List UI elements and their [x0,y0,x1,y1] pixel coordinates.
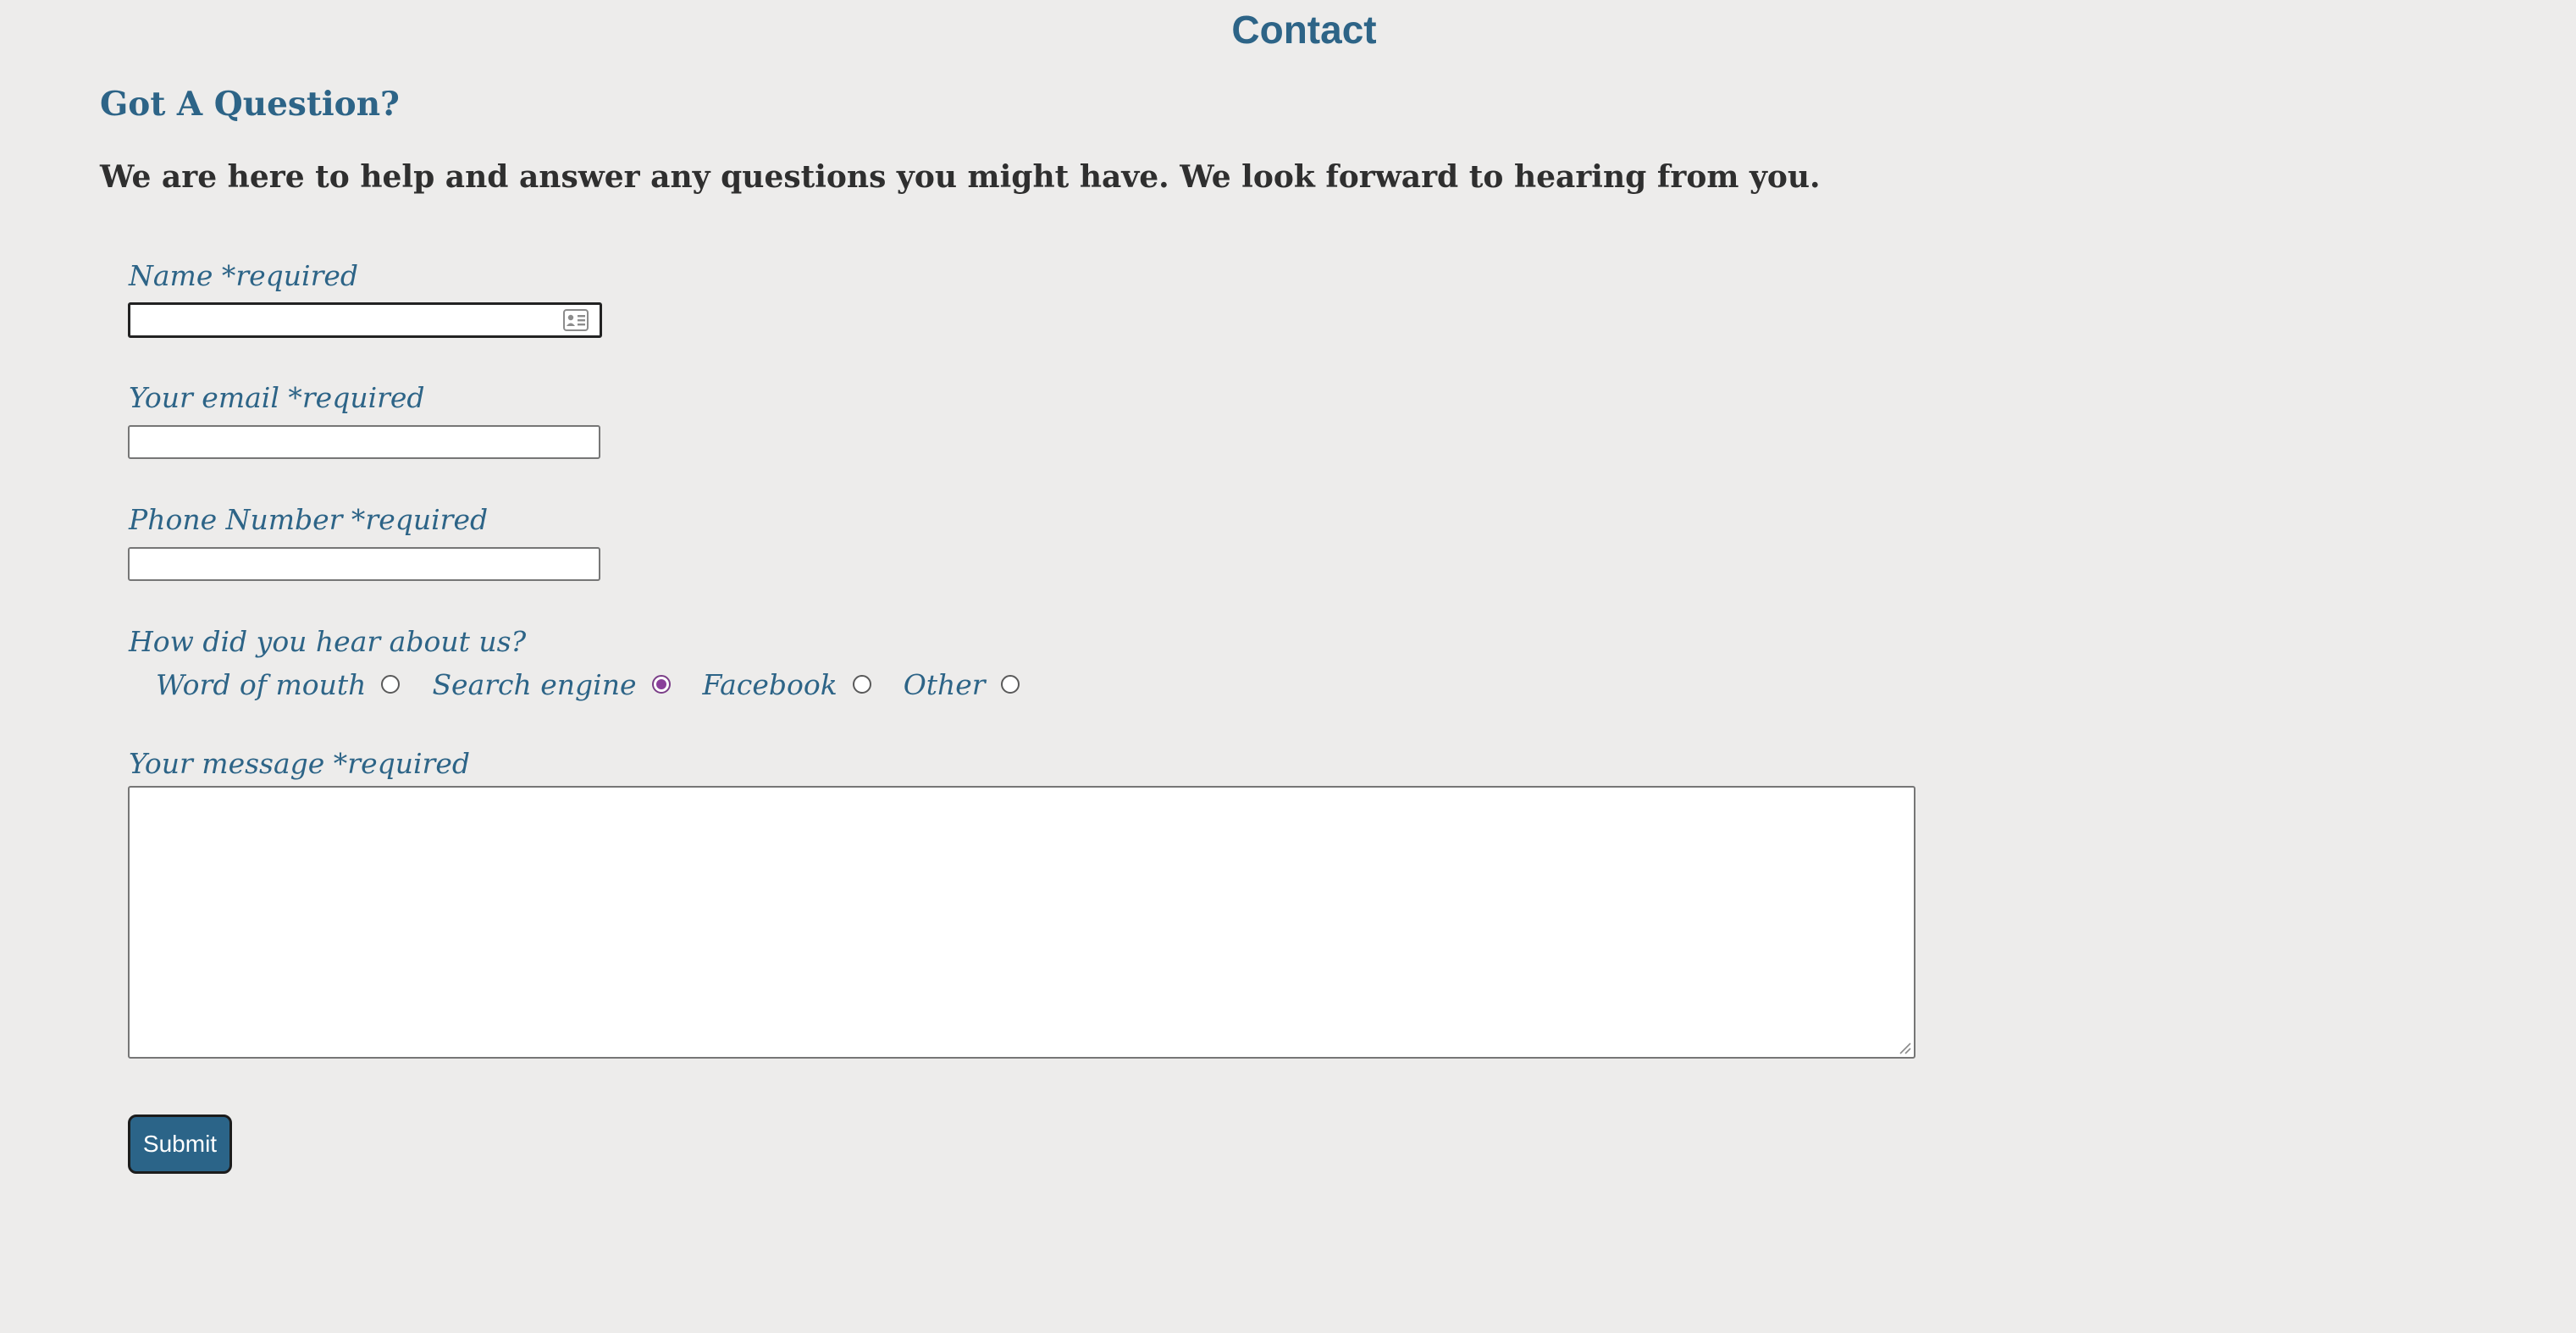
resize-handle-icon[interactable] [1897,1040,1912,1055]
heard-about-label: How did you hear about us? [129,625,527,658]
phone-input[interactable] [128,547,600,581]
message-textarea[interactable] [128,786,1915,1059]
phone-label: Phone Number *required [129,503,489,536]
radio-option-word-of-mouth[interactable]: Word of mouth [156,667,401,701]
heard-about-radio-group: Word of mouth Search engine Facebook Oth… [156,663,1052,705]
page-title: Contact [1231,8,1377,52]
name-label: Name *required [129,259,359,292]
radio-label: Word of mouth [156,667,367,701]
message-label: Your message *required [129,747,470,780]
radio-option-facebook[interactable]: Facebook [703,668,871,701]
contact-card-icon[interactable] [563,309,589,331]
email-label: Your email *required [129,381,425,414]
radio-option-search-engine[interactable]: Search engine [432,667,671,701]
section-title: Got A Question? [100,85,400,124]
radio-button[interactable] [1000,675,1020,694]
radio-label: Search engine [432,667,637,701]
radio-button[interactable] [651,675,671,694]
name-input[interactable] [128,302,602,338]
email-input[interactable] [128,425,600,459]
intro-text: We are here to help and answer any quest… [100,159,1821,195]
submit-button[interactable]: Submit [128,1115,232,1174]
radio-option-other[interactable]: Other [904,668,1020,701]
radio-button[interactable] [852,675,871,694]
radio-label: Facebook [702,667,837,701]
radio-button[interactable] [381,675,401,694]
radio-label: Other [903,667,986,701]
